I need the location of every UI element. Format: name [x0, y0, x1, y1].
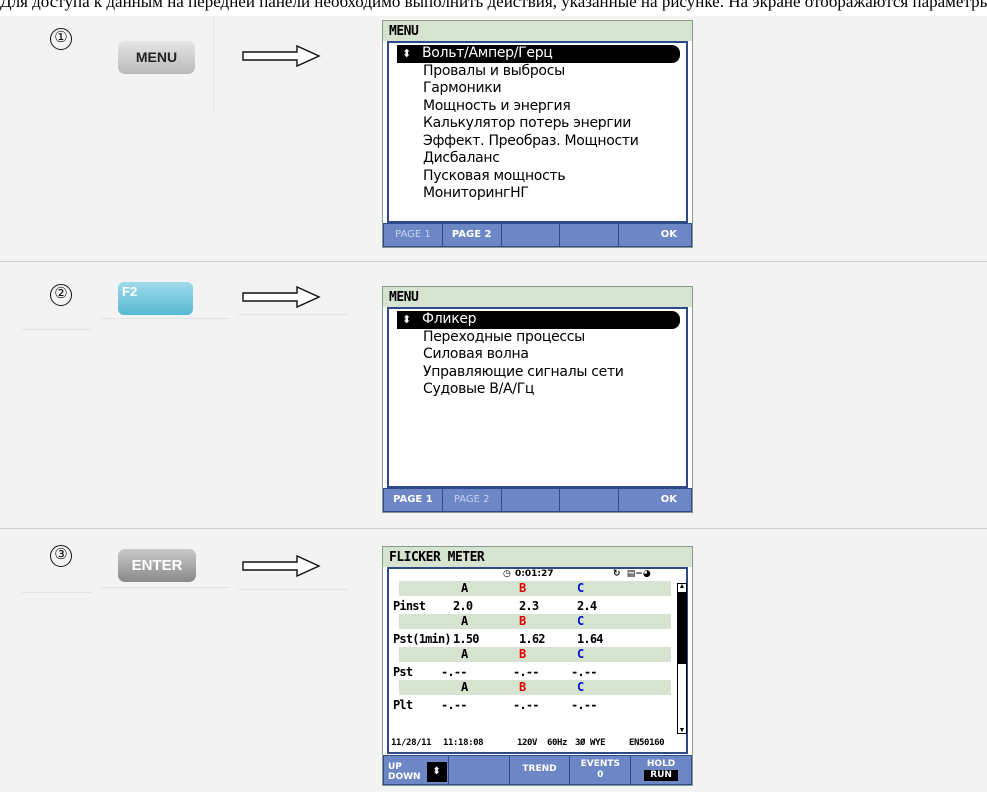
- table-row: Pst -.-- -.-- -.--: [393, 665, 597, 679]
- menu-list: ⬍ Фликер Переходные процессы Силовая волн…: [389, 309, 686, 399]
- fkey-page-1[interactable]: PAGE 1: [384, 224, 442, 246]
- scroll-up-icon[interactable]: ▲: [678, 583, 686, 590]
- function-key-bar: PAGE 1 PAGE 2 OK: [383, 223, 692, 247]
- status-bar: 11/28/11 11:18:08 120V 60Hz 3Ø WYE EN501…: [391, 737, 684, 750]
- screen-title: FLICKER METER: [383, 547, 692, 567]
- table-row: Plt -.-- -.-- -.--: [393, 698, 597, 712]
- menu-list: ⬍ Вольт/Ампер/Герц Провалы и выбросы Гарм…: [389, 43, 686, 203]
- divider: [238, 589, 348, 590]
- fkey-trend[interactable]: TREND: [509, 756, 570, 784]
- step-number: ②: [50, 284, 72, 306]
- divider: [22, 592, 92, 593]
- menu-item-volt-amp-hz[interactable]: ⬍ Вольт/Ампер/Герц: [397, 45, 680, 63]
- step-1-row: ① MENU MENU ⬍ Вольт/Ампер/Герц Провалы и …: [0, 16, 987, 261]
- status-standard: EN50160: [629, 738, 665, 748]
- fkey-empty-4[interactable]: [560, 224, 619, 246]
- status-icons: ↻ ▤−◕: [613, 569, 651, 579]
- phase-header: ABC: [399, 647, 671, 662]
- menu-item-energy-loss-calculator[interactable]: Калькулятор потерь энергии: [389, 115, 686, 133]
- step-3-row: ③ ENTER FLICKER METER ◷ 0:01:27 ↻ ▤−◕ AB…: [0, 529, 987, 792]
- menu-item-power-wave[interactable]: Силовая волна: [389, 346, 686, 364]
- flicker-meter-screen: FLICKER METER ◷ 0:01:27 ↻ ▤−◕ ABC Pinst 2…: [382, 546, 693, 786]
- status-frequency: 60Hz: [547, 738, 568, 748]
- divider: [238, 314, 348, 315]
- fkey-ok[interactable]: OK: [619, 489, 691, 511]
- table-row: Pst(1min) 1.50 1.62 1.64: [393, 632, 603, 646]
- fkey-empty-2[interactable]: [448, 756, 509, 784]
- menu-screen-page2: MENU ⬍ Фликер Переходные процессы Силовая…: [382, 286, 693, 513]
- menu-item-dips-swells[interactable]: Провалы и выбросы: [389, 63, 686, 81]
- step-number: ③: [50, 545, 72, 567]
- up-down-icon: ⬍: [402, 47, 411, 60]
- divider: [213, 16, 214, 111]
- up-down-icon: ⬍: [426, 761, 447, 782]
- right-arrow-icon: [242, 285, 321, 309]
- divider: [100, 318, 230, 319]
- status-time: 11:18:08: [443, 738, 484, 748]
- status-date: 11/28/11: [391, 738, 432, 748]
- menu-item-mains-signaling[interactable]: Управляющие сигналы сети: [389, 364, 686, 382]
- divider: [22, 329, 92, 330]
- menu-item-monitoring[interactable]: МониторингНГ: [389, 185, 686, 203]
- menu-list-panel: ⬍ Фликер Переходные процессы Силовая волн…: [387, 307, 688, 488]
- enter-key[interactable]: ENTER: [118, 549, 196, 582]
- up-down-icon: ⬍: [402, 313, 411, 326]
- scrollbar[interactable]: ▲ ▼: [677, 583, 687, 734]
- fkey-up-down[interactable]: UP DOWN ⬍: [384, 756, 448, 784]
- status-voltage: 120V: [517, 738, 538, 748]
- phase-header: ABC: [399, 581, 671, 596]
- elapsed-timer: 0:01:27: [515, 569, 554, 579]
- fkey-page-1[interactable]: PAGE 1: [384, 489, 442, 511]
- step-number: ①: [50, 28, 72, 50]
- right-arrow-icon: [242, 44, 321, 68]
- table-row: Pinst 2.0 2.3 2.4: [393, 599, 597, 613]
- status-config: 3Ø WYE: [575, 738, 606, 748]
- fkey-empty-3[interactable]: [501, 489, 560, 511]
- menu-screen-page1: MENU ⬍ Вольт/Ампер/Герц Провалы и выбросы…: [382, 20, 693, 248]
- menu-item-flicker[interactable]: ⬍ Фликер: [397, 311, 680, 329]
- menu-item-power-inverter-efficiency[interactable]: Эффект. Преобраз. Мощности: [389, 133, 686, 151]
- phase-header: ABC: [399, 614, 671, 629]
- fkey-empty-3[interactable]: [501, 224, 560, 246]
- menu-item-power-energy[interactable]: Мощность и энергия: [389, 98, 686, 116]
- f2-key[interactable]: F2: [118, 282, 193, 315]
- screen-title: MENU: [383, 21, 692, 41]
- fkey-empty-4[interactable]: [560, 489, 619, 511]
- right-arrow-icon: [242, 554, 321, 578]
- flicker-table: ABC Pinst 2.0 2.3 2.4 ABC Pst(1min) 1.50 1.62…: [391, 581, 671, 713]
- fkey-page-2[interactable]: PAGE 2: [442, 224, 501, 246]
- menu-item-marine-vahz[interactable]: Судовые В/А/Гц: [389, 381, 686, 399]
- fkey-events[interactable]: EVENTS 0: [570, 756, 631, 784]
- menu-item-harmonics[interactable]: Гармоники: [389, 80, 686, 98]
- clock-icon: ◷: [503, 569, 511, 579]
- function-key-bar: PAGE 1 PAGE 2 OK: [383, 488, 692, 512]
- menu-key[interactable]: MENU: [118, 41, 195, 74]
- caption-fragment: Для доступа к данным на передней панели …: [0, 0, 987, 16]
- function-key-bar: UP DOWN ⬍ TREND EVENTS 0 HOLD RUN: [383, 755, 692, 785]
- menu-item-inrush[interactable]: Пусковая мощность: [389, 168, 686, 186]
- fkey-page-2[interactable]: PAGE 2: [442, 489, 501, 511]
- menu-item-unbalance[interactable]: Дисбаланс: [389, 150, 686, 168]
- scrollbar-thumb[interactable]: [678, 592, 686, 664]
- flicker-data-panel: ◷ 0:01:27 ↻ ▤−◕ ABC Pinst 2.0 2.3 2.4 ABC P…: [387, 567, 688, 754]
- menu-list-panel: ⬍ Вольт/Ампер/Герц Провалы и выбросы Гарм…: [387, 41, 688, 223]
- status-top: ◷ 0:01:27 ↻ ▤−◕: [389, 569, 686, 581]
- menu-item-transients[interactable]: Переходные процессы: [389, 329, 686, 347]
- screen-title: MENU: [383, 287, 692, 307]
- phase-header: ABC: [399, 680, 671, 695]
- divider: [100, 587, 230, 588]
- scroll-down-icon[interactable]: ▼: [678, 727, 686, 734]
- fkey-hold-run[interactable]: HOLD RUN: [631, 756, 691, 784]
- step-2-row: ② F2 MENU ⬍ Фликер Переходные процессы Си…: [0, 262, 987, 528]
- fkey-ok[interactable]: OK: [619, 224, 691, 246]
